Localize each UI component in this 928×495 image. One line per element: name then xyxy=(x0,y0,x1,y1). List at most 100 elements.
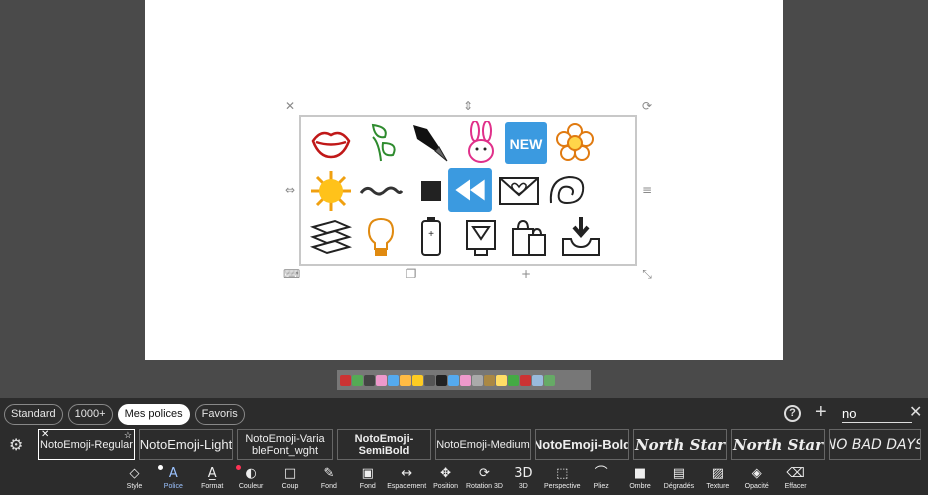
tool-label: Dégradés xyxy=(663,483,695,490)
favorite-star-icon[interactable]: ☆ xyxy=(124,430,132,440)
background-icon: ▣ xyxy=(361,466,374,481)
category-favorites[interactable]: Favoris xyxy=(194,404,245,425)
resize-handle-icon[interactable]: ⤡ xyxy=(640,267,654,281)
gradient-icon: ▤ xyxy=(672,466,686,481)
tool-move[interactable]: ✥ Position xyxy=(426,465,465,495)
help-icon[interactable]: ? xyxy=(784,405,801,422)
tool-spacing[interactable]: ↔ Espacement xyxy=(387,465,426,495)
tool-eraser[interactable]: ⌫ Effacer xyxy=(776,465,815,495)
palette-icon: ◐ xyxy=(245,466,257,481)
tool-rotate-3d[interactable]: ⟳ Rotation 3D xyxy=(465,465,504,495)
font-item[interactable]: NotoEmoji-Light xyxy=(139,429,233,460)
font-item[interactable]: North Star xyxy=(731,429,825,460)
tool-opacity[interactable]: ◈ Opacité xyxy=(737,465,776,495)
perspective-icon: ⬚ xyxy=(556,466,569,481)
tool-label: Couleur xyxy=(238,483,264,490)
category-1000plus[interactable]: 1000+ xyxy=(67,404,113,425)
tool-bend[interactable]: ⌒ Pliez xyxy=(582,465,621,495)
rotate-handle-icon[interactable]: ⟳ xyxy=(640,99,654,113)
texture-icon: ▨ xyxy=(711,466,724,481)
tool-background[interactable]: ▣ Fond xyxy=(348,465,387,495)
eraser-icon: ⌫ xyxy=(786,466,805,481)
font-item-label: NotoEmoji-Varia bleFont_wght xyxy=(245,432,325,457)
font-item[interactable]: North Star xyxy=(633,429,727,460)
tool-label: Perspective xyxy=(543,483,581,490)
keyboard-handle-icon[interactable]: ⌨ xyxy=(283,267,300,281)
tool-label: Rotation 3D xyxy=(466,483,503,490)
books-icon xyxy=(308,214,354,260)
add-shape-handle-icon[interactable]: + xyxy=(519,267,533,281)
tool-label: Effacer xyxy=(784,483,807,490)
font-icon: A xyxy=(168,466,178,481)
tool-perspective[interactable]: ⬚ Perspective xyxy=(543,465,582,495)
brush-icon: ✎ xyxy=(323,466,335,481)
tool-label: Format xyxy=(201,483,224,490)
stretch-vertical-handle-icon[interactable]: ⇕ xyxy=(461,99,475,113)
spiral-shell-icon xyxy=(544,168,590,214)
font-item[interactable]: NotoEmoji-Regular ✕ ☆ xyxy=(38,429,135,460)
tool-3d[interactable]: 3D 3D xyxy=(504,465,543,495)
wavy-dash-icon xyxy=(358,168,404,214)
tool-format[interactable]: A̲ Format xyxy=(193,465,232,495)
tool-style[interactable]: ◇ Style xyxy=(115,465,154,495)
format-icon: A̲ xyxy=(207,466,217,481)
rabbit-face-icon xyxy=(458,120,504,166)
battery-icon: + xyxy=(408,214,454,260)
font-list: NotoEmoji-Regular ✕ ☆ NotoEmoji-Light NotoEm… xyxy=(38,429,921,460)
love-letter-icon xyxy=(496,168,542,214)
font-item-label: NotoEmoji- SemiBold xyxy=(354,432,414,457)
font-item[interactable]: NotoEmoji-Medium xyxy=(435,429,531,460)
stretch-horizontal-handle-icon[interactable]: ⇔ xyxy=(283,183,297,197)
font-item-label: North Star xyxy=(634,435,726,454)
category-standard[interactable]: Standard xyxy=(4,404,63,425)
font-item-label: NotoEmoji-Light xyxy=(139,436,233,452)
tool-font[interactable]: A Police xyxy=(154,465,193,495)
stroke-icon: □ xyxy=(283,466,297,481)
remove-font-icon[interactable]: ✕ xyxy=(41,430,49,440)
tool-texture[interactable]: ▨ Texture xyxy=(698,465,737,495)
tool-palette[interactable]: ◐ Couleur xyxy=(232,465,271,495)
tool-stroke[interactable]: □ Coup xyxy=(271,465,310,495)
light-bulb-icon xyxy=(358,214,404,260)
tool-label: Texture xyxy=(706,483,730,490)
font-search-input[interactable] xyxy=(842,404,912,423)
tool-label: Coup xyxy=(281,483,299,490)
fountain-pen-icon xyxy=(408,120,454,166)
tool-label: Police xyxy=(163,483,183,490)
leaf-icon xyxy=(358,120,404,166)
delete-handle-icon[interactable]: ✕ xyxy=(283,99,297,113)
tool-label: Fond xyxy=(320,483,337,490)
tool-label: Ombre xyxy=(629,483,651,490)
font-item[interactable]: NO BAD DAYS xyxy=(829,429,921,460)
add-font-icon[interactable]: + xyxy=(815,401,827,423)
font-item-label: NotoEmoji-Bold xyxy=(535,436,629,452)
workspace: ✕ ⇕ ⟳ ⇔ ≡ ⌨ ❐ + ⤡ NEW + xyxy=(0,0,928,360)
tool-label: Position xyxy=(433,483,459,490)
new-button-icon: NEW xyxy=(503,120,549,166)
clear-search-icon[interactable]: ✕ xyxy=(909,403,922,423)
font-item[interactable]: NotoEmoji-Varia bleFont_wght xyxy=(237,429,333,460)
gear-icon[interactable]: ⚙ xyxy=(9,437,25,453)
opacity-icon: ◈ xyxy=(751,466,762,481)
tool-brush[interactable]: ✎ Fond xyxy=(309,465,348,495)
duplicate-handle-icon[interactable]: ❐ xyxy=(404,267,418,281)
svg-text:+: + xyxy=(428,229,434,240)
svg-text:NEW: NEW xyxy=(510,136,543,152)
tool-shadow[interactable]: ■ Ombre xyxy=(621,465,660,495)
font-item[interactable]: NotoEmoji- SemiBold xyxy=(337,429,431,460)
bend-icon: ⌒ xyxy=(594,466,608,481)
align-handle-icon[interactable]: ≡ xyxy=(640,183,654,197)
font-item[interactable]: NotoEmoji-Bold xyxy=(535,429,629,460)
move-icon: ✥ xyxy=(440,466,452,481)
font-item-label: NotoEmoji-Regular xyxy=(40,438,133,451)
tool-gradient[interactable]: ▤ Dégradés xyxy=(660,465,699,495)
tool-label: Style xyxy=(126,483,143,490)
rewind-button-icon xyxy=(446,166,494,214)
lips-icon xyxy=(308,120,354,166)
ballot-box-icon xyxy=(458,214,504,260)
tool-label: Opacité xyxy=(744,483,769,490)
tool-label: Fond xyxy=(359,483,376,490)
3d-icon: 3D xyxy=(514,466,533,481)
category-my-fonts[interactable]: Mes polices xyxy=(117,404,190,425)
bottom-toolbar: ◇ Style A Police A̲ Format ◐ Couleur □ Coup ✎ Fond ▣… xyxy=(115,465,815,495)
